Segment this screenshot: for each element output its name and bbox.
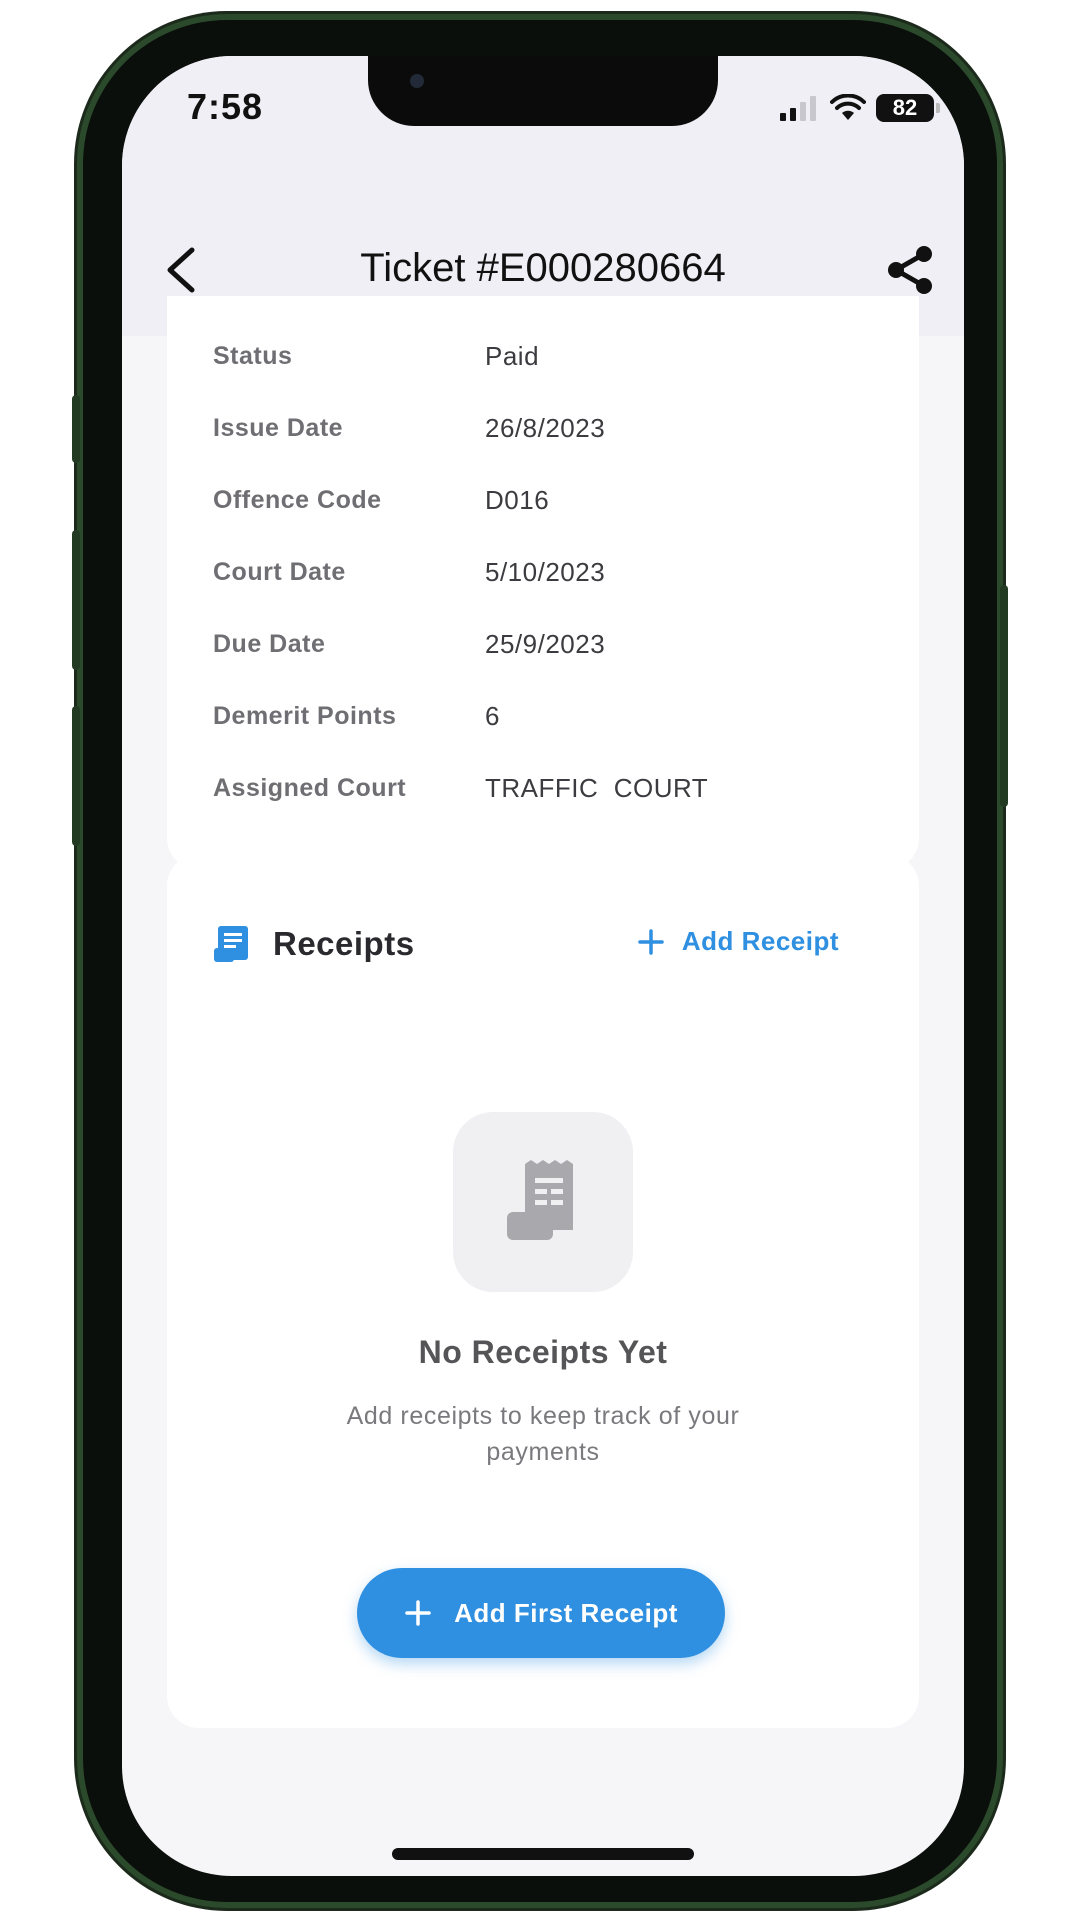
receipts-title: Receipts — [273, 925, 415, 962]
mute-switch — [72, 395, 80, 463]
detail-label: Issue Date — [213, 413, 344, 442]
detail-value: TRAFFIC COURT — [485, 772, 709, 803]
detail-label: Offence Code — [213, 485, 382, 514]
notch — [368, 56, 718, 126]
status-icons: 82 — [780, 90, 940, 126]
detail-label: Assigned Court — [213, 773, 407, 802]
detail-row-status: Status Paid — [213, 336, 889, 376]
detail-value: Paid — [485, 340, 540, 371]
app-screen: 7:58 82 Ticket #E000280664 Status Paid I… — [122, 56, 964, 1876]
add-receipt-label: Add Receipt — [681, 926, 839, 956]
ticket-details-card: Status Paid Issue Date 26/8/2023 Offence… — [167, 296, 919, 870]
share-button[interactable] — [882, 242, 938, 298]
detail-value: 25/9/2023 — [485, 628, 606, 659]
empty-state-subtitle: Add receipts to keep track of your payme… — [346, 1402, 740, 1466]
plus-icon — [405, 1600, 431, 1626]
battery-icon: 82 — [876, 94, 940, 122]
plus-icon — [638, 928, 664, 955]
add-receipt-button[interactable]: Add Receipt — [638, 926, 839, 957]
detail-row-offence-code: Offence Code D016 — [213, 480, 889, 520]
empty-state-title: No Receipts Yet — [418, 1334, 668, 1370]
wifi-icon — [830, 94, 866, 120]
status-time: 7:58 — [187, 86, 264, 127]
empty-state-illustration — [453, 1112, 633, 1292]
detail-row-issue-date: Issue Date 26/8/2023 — [213, 408, 889, 448]
receipts-card: Receipts Add Receipt No Receipts Yet Add… — [167, 854, 919, 1728]
volume-up-button — [72, 530, 80, 670]
receipt-long-icon — [507, 1160, 573, 1240]
status-bar: 7:58 82 — [122, 56, 964, 176]
detail-value: 6 — [485, 700, 500, 731]
power-button — [1000, 585, 1008, 807]
share-icon — [888, 246, 932, 294]
volume-down-button — [72, 706, 80, 846]
receipts-header: Receipts — [213, 924, 415, 964]
detail-label: Court Date — [213, 557, 346, 586]
detail-value: 5/10/2023 — [485, 556, 606, 587]
detail-row-court-date: Court Date 5/10/2023 — [213, 552, 889, 592]
page-title: Ticket #E000280664 — [360, 246, 726, 290]
add-first-receipt-button[interactable]: Add First Receipt — [357, 1568, 725, 1658]
receipt-icon — [214, 926, 248, 962]
front-camera — [410, 74, 424, 88]
detail-value: D016 — [485, 484, 550, 515]
detail-label: Due Date — [213, 629, 326, 658]
detail-label: Status — [213, 341, 293, 370]
add-first-receipt-label: Add First Receipt — [454, 1597, 678, 1628]
detail-label: Demerit Points — [213, 701, 397, 730]
cellular-signal-icon — [780, 96, 816, 121]
detail-row-demerit-points: Demerit Points 6 — [213, 696, 889, 736]
detail-value: 26/8/2023 — [485, 412, 606, 443]
detail-row-assigned-court: Assigned Court TRAFFIC COURT — [213, 768, 889, 808]
detail-row-due-date: Due Date 25/9/2023 — [213, 624, 889, 664]
home-indicator[interactable] — [392, 1848, 694, 1860]
